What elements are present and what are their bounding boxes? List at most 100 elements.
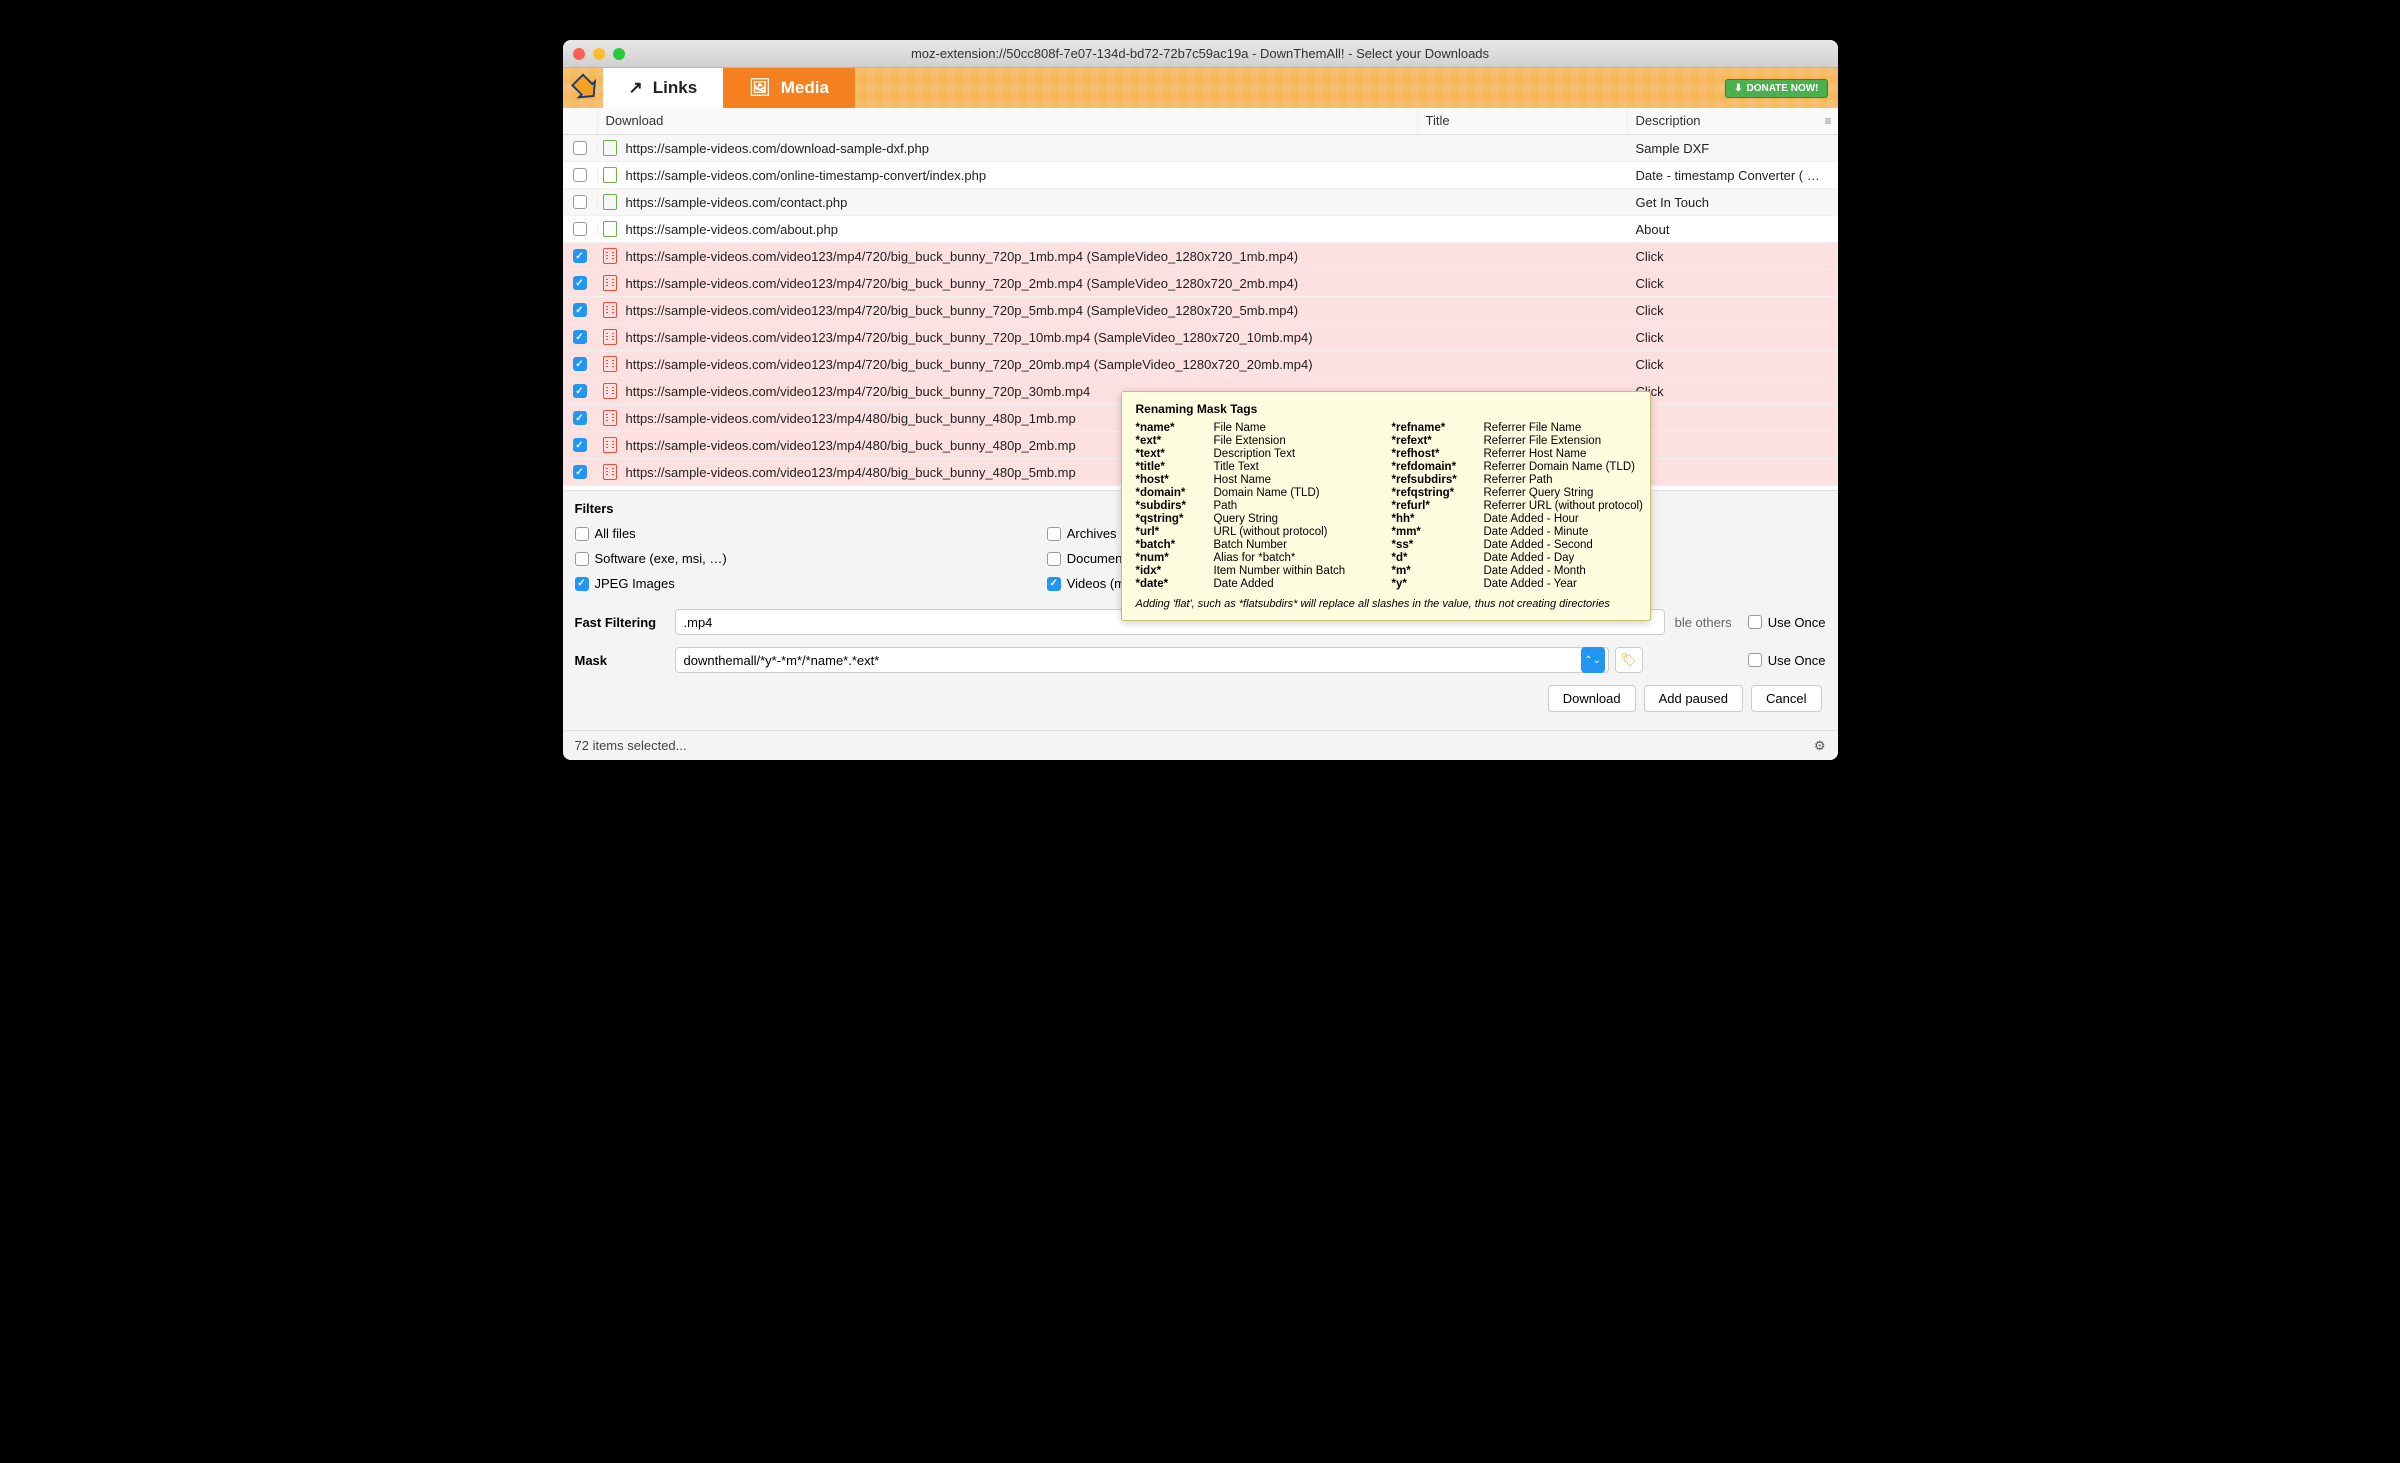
header: ↗ Links 🖼 Media ⬇ DONATE NOW! [563,68,1838,108]
minimize-icon[interactable] [593,48,605,60]
col-download[interactable]: Download [598,108,1418,134]
table-header: Download Title Description ≡ [563,108,1838,135]
file-type-icon [598,302,622,318]
share-icon: ↗ [629,78,643,98]
row-description: Click [1628,357,1838,372]
titlebar: moz-extension://50cc808f-7e07-134d-bd72-… [563,40,1838,68]
table-row[interactable]: https://sample-videos.com/video123/mp4/7… [563,324,1838,351]
row-checkbox[interactable] [573,222,587,236]
statusbar: 72 items selected... ⚙ [563,730,1838,760]
tabs: ↗ Links 🖼 Media [603,68,855,108]
row-url: https://sample-videos.com/download-sampl… [622,141,1418,156]
column-menu-icon[interactable]: ≡ [1824,114,1831,128]
filter-all-files[interactable]: All files [575,526,727,541]
use-once-1-checkbox[interactable]: Use Once [1748,615,1826,630]
window-title: moz-extension://50cc808f-7e07-134d-bd72-… [563,46,1838,61]
table-row[interactable]: https://sample-videos.com/video123/mp4/7… [563,297,1838,324]
table-row[interactable]: https://sample-videos.com/download-sampl… [563,135,1838,162]
row-checkbox[interactable] [573,438,587,452]
row-checkbox[interactable] [573,195,587,209]
tab-media-label: Media [781,78,829,98]
filter-software[interactable]: Software (exe, msi, …) [575,551,727,566]
mask-label: Mask [575,653,665,668]
row-checkbox[interactable] [573,141,587,155]
table-row[interactable]: https://sample-videos.com/about.php Abou… [563,216,1838,243]
cancel-button[interactable]: Cancel [1751,685,1821,712]
col-check[interactable] [563,108,598,134]
filter-label: All files [595,526,636,541]
row-checkbox[interactable] [573,357,587,371]
statusbar-text: 72 items selected... [575,738,687,753]
row-url: https://sample-videos.com/video123/mp4/7… [622,249,1418,264]
file-type-icon [598,194,622,210]
mask-tooltip: Renaming Mask Tags *name*File Name*ext*F… [1121,391,1651,621]
checkbox-icon [1748,615,1762,629]
mask-dropdown-button[interactable]: ⌃⌄ [1581,647,1605,673]
checkbox-icon [1748,653,1762,667]
row-checkbox[interactable] [573,168,587,182]
row-checkbox[interactable] [573,384,587,398]
row-description: About [1628,222,1838,237]
col-title[interactable]: Title [1418,108,1628,134]
app-window: moz-extension://50cc808f-7e07-134d-bd72-… [563,40,1838,760]
row-checkbox[interactable] [573,411,587,425]
table-row[interactable]: https://sample-videos.com/contact.php Ge… [563,189,1838,216]
table-row[interactable]: https://sample-videos.com/video123/mp4/7… [563,243,1838,270]
checkbox-icon [1047,527,1061,541]
use-once-label: Use Once [1768,653,1826,668]
disable-others-label: ble others [1675,615,1732,630]
row-url: https://sample-videos.com/video123/mp4/7… [622,303,1418,318]
fast-filter-label: Fast Filtering [575,615,665,630]
checkbox-icon [1047,577,1061,591]
mask-row: Mask ⌃⌄ 🏷 Use Once [575,647,1826,673]
file-type-icon [598,383,622,399]
donate-button[interactable]: ⬇ DONATE NOW! [1725,79,1827,98]
file-type-icon [598,140,622,156]
row-description: Click [1628,330,1838,345]
row-description: Sample DXF [1628,141,1838,156]
row-checkbox[interactable] [573,249,587,263]
table-row[interactable]: https://sample-videos.com/video123/mp4/7… [563,270,1838,297]
row-url: https://sample-videos.com/video123/mp4/7… [622,276,1418,291]
disable-others-checkbox[interactable]: ble others [1675,615,1732,630]
action-buttons: Download Add paused Cancel [575,685,1826,720]
mask-input[interactable] [675,647,1609,673]
row-checkbox[interactable] [573,303,587,317]
file-type-icon [598,437,622,453]
filters-section: Filters All files Software (exe, msi, …)… [563,490,1838,730]
file-type-icon [598,410,622,426]
col-description[interactable]: Description ≡ [1628,108,1838,134]
row-url: https://sample-videos.com/video123/mp4/7… [622,330,1418,345]
table-row[interactable]: https://sample-videos.com/video123/mp4/7… [563,351,1838,378]
use-once-2-checkbox[interactable]: Use Once [1748,653,1826,668]
row-url: https://sample-videos.com/online-timesta… [622,168,1418,183]
donate-label: DONATE NOW! [1746,83,1818,94]
row-checkbox[interactable] [573,330,587,344]
table-row[interactable]: https://sample-videos.com/online-timesta… [563,162,1838,189]
row-description: Date - timestamp Converter ( … [1628,168,1838,183]
download-icon: ⬇ [1734,83,1742,94]
filter-jpeg[interactable]: JPEG Images [575,576,727,591]
tab-media[interactable]: 🖼 Media [723,68,855,108]
row-description: Click [1628,276,1838,291]
file-type-icon [598,167,622,183]
image-icon: 🖼 [749,78,771,98]
mask-tag-button[interactable]: 🏷 [1615,647,1643,673]
row-checkbox[interactable] [573,465,587,479]
file-type-icon [598,356,622,372]
close-icon[interactable] [573,48,585,60]
gear-icon[interactable]: ⚙ [1814,738,1826,754]
filter-label: JPEG Images [595,576,675,591]
tab-links-label: Links [653,78,697,98]
maximize-icon[interactable] [613,48,625,60]
row-description: Click [1628,249,1838,264]
row-checkbox[interactable] [573,276,587,290]
checkbox-icon [575,552,589,566]
add-paused-button[interactable]: Add paused [1644,685,1743,712]
download-button[interactable]: Download [1548,685,1636,712]
col-description-label: Description [1636,113,1701,128]
row-url: https://sample-videos.com/contact.php [622,195,1418,210]
tab-links[interactable]: ↗ Links [603,68,724,108]
file-type-icon [598,329,622,345]
checkbox-icon [575,577,589,591]
